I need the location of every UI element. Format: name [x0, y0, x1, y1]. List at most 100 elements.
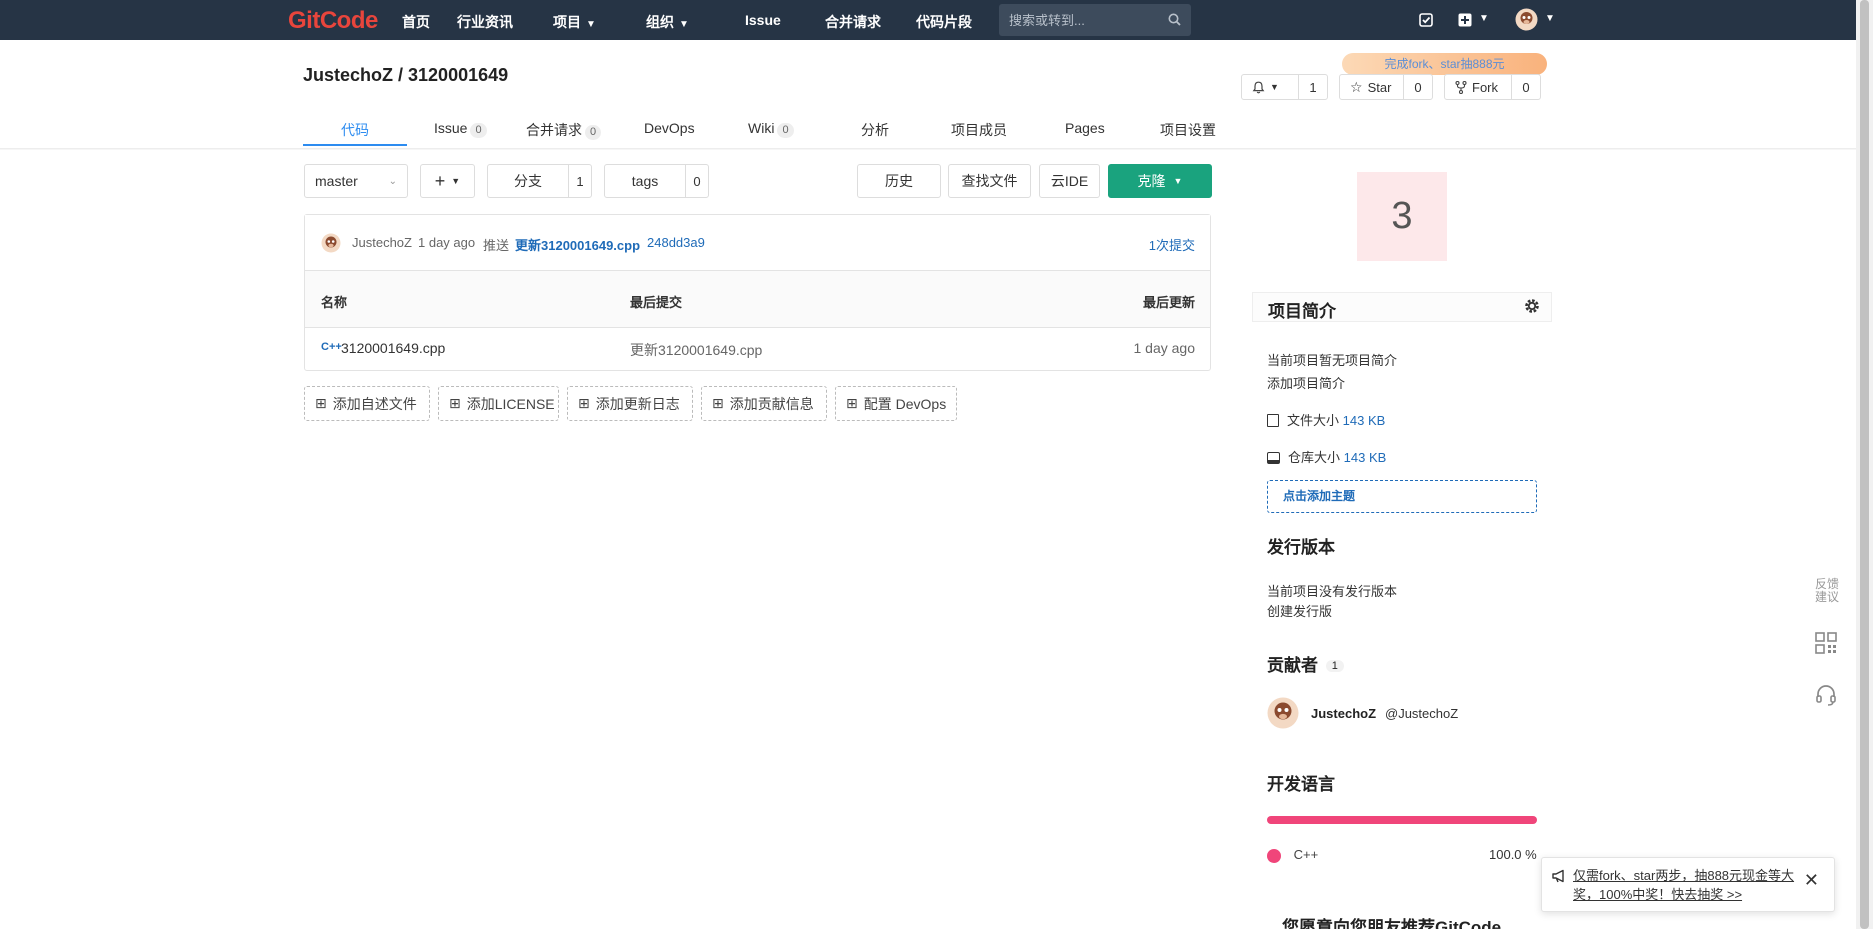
star-icon: ☆: [1350, 78, 1363, 95]
database-icon: [1267, 452, 1280, 464]
tags-button[interactable]: tags 0: [604, 164, 709, 198]
watch-count: 1: [1309, 79, 1317, 95]
chevron-down-icon[interactable]: ▼: [1545, 13, 1555, 24]
add-license-button[interactable]: ⊞ 添加LICENSE: [438, 386, 559, 421]
global-search: [999, 4, 1191, 36]
promo-toast-link[interactable]: 仅需fork、star两步，抽888元现金等大奖，100%中奖！快去抽奖 >>: [1573, 866, 1803, 904]
search-icon[interactable]: [1168, 13, 1181, 26]
nav-merge-requests[interactable]: 合并请求: [825, 12, 881, 32]
contributors-count: 1: [1325, 660, 1344, 672]
nav-issue[interactable]: Issue: [745, 12, 781, 28]
last-commit-row: JustechoZ 1 day ago 推送 更新3120001649.cpp …: [305, 215, 1210, 271]
scrollbar-thumb[interactable]: [1860, 0, 1869, 929]
tab-wiki[interactable]: Wiki 0: [748, 120, 794, 138]
release-title: 发行版本: [1267, 538, 1335, 557]
file-name-link[interactable]: 3120001649.cpp: [341, 340, 445, 356]
language-title: 开发语言: [1267, 775, 1335, 794]
branches-button[interactable]: 分支 1: [487, 164, 592, 198]
add-topic-button[interactable]: 点击添加主题: [1267, 480, 1537, 513]
add-intro-link[interactable]: 添加项目简介: [1267, 373, 1345, 392]
language-row: C++: [1267, 847, 1318, 863]
tab-members[interactable]: 项目成员: [951, 120, 1007, 140]
scrollbar[interactable]: [1856, 0, 1873, 929]
tab-analytics[interactable]: 分析: [861, 120, 889, 140]
add-contributing-button[interactable]: ⊞ 添加贡献信息: [701, 386, 827, 421]
plus-square-icon: ⊞: [315, 395, 327, 411]
table-row[interactable]: C++ 3120001649.cpp 更新3120001649.cpp 1 da…: [305, 328, 1210, 371]
clone-button[interactable]: 克隆 ▼: [1108, 164, 1212, 198]
qrcode-icon[interactable]: [1815, 632, 1837, 654]
nav-organizations[interactable]: 组织 ▼: [646, 12, 689, 32]
plus-square-icon: ⊞: [846, 395, 858, 411]
chevron-down-icon: ▼: [586, 19, 596, 30]
tab-issue[interactable]: Issue 0: [434, 120, 487, 138]
cpp-file-icon: C++: [321, 341, 342, 353]
commit-message-link[interactable]: 更新3120001649.cpp: [515, 235, 640, 254]
headset-support-icon[interactable]: [1815, 684, 1837, 706]
tab-settings[interactable]: 项目设置: [1160, 120, 1216, 140]
fork-icon: [1455, 80, 1467, 94]
chevron-down-icon: ▼: [1270, 82, 1279, 92]
promo-bubble[interactable]: 完成fork、star抽888元: [1342, 53, 1547, 75]
avatar[interactable]: [321, 233, 341, 253]
tab-badge: 0: [470, 123, 487, 138]
file-last-commit[interactable]: 更新3120001649.cpp: [630, 340, 762, 360]
repo-size-row: 仓库大小 143 KB: [1267, 447, 1386, 466]
tab-code[interactable]: 代码: [341, 120, 369, 140]
todo-check-icon[interactable]: [1419, 13, 1433, 27]
configure-devops-button[interactable]: ⊞ 配置 DevOps: [835, 386, 957, 421]
divider: [0, 148, 1856, 150]
nav-home[interactable]: 首页: [402, 12, 430, 32]
feedback-button[interactable]: 反馈 建议: [1806, 578, 1848, 604]
tab-merge-requests[interactable]: 合并请求 0: [526, 120, 602, 140]
add-readme-button[interactable]: ⊞ 添加自述文件: [304, 386, 430, 421]
branches-count: 1: [576, 173, 584, 189]
file-updated: 1 day ago: [1133, 340, 1196, 356]
chevron-down-icon: ▼: [679, 19, 689, 30]
watch-button[interactable]: ▼ 1: [1241, 74, 1328, 100]
language-color-dot: [1267, 848, 1281, 863]
nav-projects[interactable]: 项目 ▼: [553, 12, 596, 32]
tags-label: tags: [605, 165, 686, 197]
fork-count: 0: [1522, 79, 1530, 95]
cloud-ide-button[interactable]: 云IDE: [1039, 164, 1100, 198]
commit-author[interactable]: JustechoZ: [352, 235, 412, 250]
fork-label: Fork: [1472, 79, 1498, 95]
add-menu-button[interactable]: + ▼: [420, 164, 475, 198]
commit-sha-link[interactable]: 248dd3a9: [647, 235, 705, 250]
plus-square-icon: ⊞: [712, 395, 724, 411]
file-browser: JustechoZ 1 day ago 推送 更新3120001649.cpp …: [304, 214, 1211, 371]
contributor-name[interactable]: JustechoZ: [1311, 706, 1376, 721]
commit-count-link[interactable]: 1次提交: [1149, 235, 1195, 254]
star-button[interactable]: ☆ Star 0: [1339, 74, 1433, 100]
top-navbar: GitCode 首页 行业资讯 项目 ▼ 组织 ▼ Issue 合并请求 代码片段 …: [0, 0, 1856, 40]
contributor-avatar[interactable]: [1267, 697, 1299, 729]
add-changelog-button[interactable]: ⊞ 添加更新日志: [567, 386, 693, 421]
find-file-button[interactable]: 查找文件: [948, 164, 1031, 198]
fork-button[interactable]: Fork 0: [1444, 74, 1541, 100]
recommend-title: 您愿意向您朋友推荐GitCode: [1282, 918, 1502, 929]
nav-snippets[interactable]: 代码片段: [916, 12, 972, 32]
branch-select[interactable]: master ⌄: [304, 164, 408, 198]
tab-devops[interactable]: DevOps: [644, 120, 695, 136]
nav-industry-news[interactable]: 行业资讯: [457, 12, 513, 32]
chevron-down-icon[interactable]: ▼: [1479, 13, 1489, 24]
header-name: 名称: [321, 295, 348, 310]
star-count: 0: [1414, 79, 1422, 95]
plus-square-icon: ⊞: [578, 395, 590, 411]
table-header: 名称 最后提交 最后更新: [305, 271, 1210, 328]
file-size-value[interactable]: 143 KB: [1343, 413, 1386, 428]
create-new-icon[interactable]: [1458, 13, 1472, 27]
gitcode-logo[interactable]: GitCode: [288, 7, 378, 35]
close-icon[interactable]: ✕: [1804, 870, 1819, 891]
history-button[interactable]: 历史: [857, 164, 941, 198]
project-avatar: 3: [1357, 172, 1447, 261]
tab-pages[interactable]: Pages: [1065, 120, 1105, 136]
search-input[interactable]: [1009, 11, 1159, 29]
repo-size-value[interactable]: 143 KB: [1344, 450, 1387, 465]
gear-icon[interactable]: [1523, 297, 1541, 315]
user-avatar[interactable]: [1515, 8, 1538, 31]
language-bar: [1267, 816, 1537, 824]
project-title[interactable]: JustechoZ / 3120001649: [303, 65, 508, 86]
create-release-link[interactable]: 创建发行版: [1267, 601, 1332, 620]
